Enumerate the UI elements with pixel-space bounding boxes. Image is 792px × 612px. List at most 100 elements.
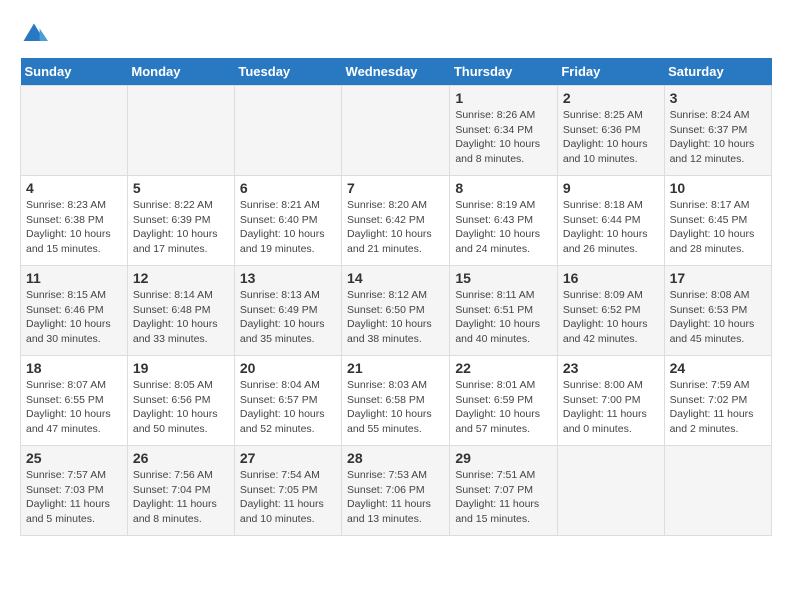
day-number: 10 bbox=[670, 180, 766, 196]
day-header-saturday: Saturday bbox=[664, 58, 771, 86]
day-info: Sunrise: 8:25 AMSunset: 6:36 PMDaylight:… bbox=[563, 108, 659, 167]
day-number: 9 bbox=[563, 180, 659, 196]
day-info: Sunrise: 8:00 AMSunset: 7:00 PMDaylight:… bbox=[563, 378, 659, 437]
day-number: 23 bbox=[563, 360, 659, 376]
day-number: 20 bbox=[240, 360, 336, 376]
day-info: Sunrise: 8:18 AMSunset: 6:44 PMDaylight:… bbox=[563, 198, 659, 257]
week-row-1: 4 Sunrise: 8:23 AMSunset: 6:38 PMDaylight… bbox=[21, 176, 772, 266]
day-info: Sunrise: 7:57 AMSunset: 7:03 PMDaylight:… bbox=[26, 468, 122, 527]
day-number: 15 bbox=[455, 270, 552, 286]
day-number: 12 bbox=[133, 270, 229, 286]
calendar-cell bbox=[664, 446, 771, 536]
day-number: 1 bbox=[455, 90, 552, 106]
day-number: 4 bbox=[26, 180, 122, 196]
calendar-cell: 23 Sunrise: 8:00 AMSunset: 7:00 PMDayligh… bbox=[557, 356, 664, 446]
day-number: 14 bbox=[347, 270, 444, 286]
day-info: Sunrise: 7:53 AMSunset: 7:06 PMDaylight:… bbox=[347, 468, 444, 527]
day-header-thursday: Thursday bbox=[450, 58, 558, 86]
day-info: Sunrise: 8:03 AMSunset: 6:58 PMDaylight:… bbox=[347, 378, 444, 437]
day-number: 21 bbox=[347, 360, 444, 376]
calendar-cell: 6 Sunrise: 8:21 AMSunset: 6:40 PMDaylight… bbox=[234, 176, 341, 266]
day-number: 2 bbox=[563, 90, 659, 106]
day-info: Sunrise: 8:11 AMSunset: 6:51 PMDaylight:… bbox=[455, 288, 552, 347]
calendar-cell: 9 Sunrise: 8:18 AMSunset: 6:44 PMDaylight… bbox=[557, 176, 664, 266]
week-row-3: 18Sunrise: 8:07 AMSunset: 6:55 PMDayligh… bbox=[21, 356, 772, 446]
calendar-cell: 8 Sunrise: 8:19 AMSunset: 6:43 PMDaylight… bbox=[450, 176, 558, 266]
day-info: Sunrise: 8:23 AMSunset: 6:38 PMDaylight:… bbox=[26, 198, 122, 257]
calendar-cell: 27Sunrise: 7:54 AMSunset: 7:05 PMDayligh… bbox=[234, 446, 341, 536]
day-number: 8 bbox=[455, 180, 552, 196]
day-info: Sunrise: 8:09 AMSunset: 6:52 PMDaylight:… bbox=[563, 288, 659, 347]
calendar-cell: 25 Sunrise: 7:57 AMSunset: 7:03 PMDayligh… bbox=[21, 446, 128, 536]
day-number: 16 bbox=[563, 270, 659, 286]
calendar-cell: 11 Sunrise: 8:15 AMSunset: 6:46 PMDayligh… bbox=[21, 266, 128, 356]
day-number: 13 bbox=[240, 270, 336, 286]
day-info: Sunrise: 8:15 AMSunset: 6:46 PMDaylight:… bbox=[26, 288, 122, 347]
calendar-cell: 24 Sunrise: 7:59 AMSunset: 7:02 PMDayligh… bbox=[664, 356, 771, 446]
calendar-cell: 13 Sunrise: 8:13 AMSunset: 6:49 PMDayligh… bbox=[234, 266, 341, 356]
day-info: Sunrise: 8:20 AMSunset: 6:42 PMDaylight:… bbox=[347, 198, 444, 257]
day-number: 25 bbox=[26, 450, 122, 466]
calendar-cell: 22 Sunrise: 8:01 AMSunset: 6:59 PMDayligh… bbox=[450, 356, 558, 446]
day-number: 5 bbox=[133, 180, 229, 196]
day-info: Sunrise: 7:51 AMSunset: 7:07 PMDaylight:… bbox=[455, 468, 552, 527]
calendar-cell: 17 Sunrise: 8:08 AMSunset: 6:53 PMDayligh… bbox=[664, 266, 771, 356]
week-row-4: 25 Sunrise: 7:57 AMSunset: 7:03 PMDayligh… bbox=[21, 446, 772, 536]
day-header-sunday: Sunday bbox=[21, 58, 128, 86]
week-row-2: 11 Sunrise: 8:15 AMSunset: 6:46 PMDayligh… bbox=[21, 266, 772, 356]
calendar-cell: 10Sunrise: 8:17 AMSunset: 6:45 PMDayligh… bbox=[664, 176, 771, 266]
day-header-friday: Friday bbox=[557, 58, 664, 86]
day-header-tuesday: Tuesday bbox=[234, 58, 341, 86]
day-number: 7 bbox=[347, 180, 444, 196]
day-info: Sunrise: 8:19 AMSunset: 6:43 PMDaylight:… bbox=[455, 198, 552, 257]
day-info: Sunrise: 8:04 AMSunset: 6:57 PMDaylight:… bbox=[240, 378, 336, 437]
day-number: 24 bbox=[670, 360, 766, 376]
day-info: Sunrise: 8:08 AMSunset: 6:53 PMDaylight:… bbox=[670, 288, 766, 347]
day-info: Sunrise: 8:22 AMSunset: 6:39 PMDaylight:… bbox=[133, 198, 229, 257]
day-number: 19 bbox=[133, 360, 229, 376]
day-info: Sunrise: 8:01 AMSunset: 6:59 PMDaylight:… bbox=[455, 378, 552, 437]
calendar-cell: 20 Sunrise: 8:04 AMSunset: 6:57 PMDayligh… bbox=[234, 356, 341, 446]
calendar-cell: 16 Sunrise: 8:09 AMSunset: 6:52 PMDayligh… bbox=[557, 266, 664, 356]
calendar-cell: 2 Sunrise: 8:25 AMSunset: 6:36 PMDaylight… bbox=[557, 86, 664, 176]
week-row-0: 1Sunrise: 8:26 AMSunset: 6:34 PMDaylight… bbox=[21, 86, 772, 176]
day-info: Sunrise: 8:24 AMSunset: 6:37 PMDaylight:… bbox=[670, 108, 766, 167]
day-info: Sunrise: 8:21 AMSunset: 6:40 PMDaylight:… bbox=[240, 198, 336, 257]
day-number: 27 bbox=[240, 450, 336, 466]
day-number: 17 bbox=[670, 270, 766, 286]
calendar-cell: 7 Sunrise: 8:20 AMSunset: 6:42 PMDaylight… bbox=[342, 176, 450, 266]
day-info: Sunrise: 7:56 AMSunset: 7:04 PMDaylight:… bbox=[133, 468, 229, 527]
logo bbox=[20, 20, 50, 48]
calendar-cell: 14 Sunrise: 8:12 AMSunset: 6:50 PMDayligh… bbox=[342, 266, 450, 356]
day-info: Sunrise: 7:59 AMSunset: 7:02 PMDaylight:… bbox=[670, 378, 766, 437]
calendar-cell: 18Sunrise: 8:07 AMSunset: 6:55 PMDayligh… bbox=[21, 356, 128, 446]
day-number: 26 bbox=[133, 450, 229, 466]
day-info: Sunrise: 8:12 AMSunset: 6:50 PMDaylight:… bbox=[347, 288, 444, 347]
day-number: 29 bbox=[455, 450, 552, 466]
calendar-cell: 12 Sunrise: 8:14 AMSunset: 6:48 PMDayligh… bbox=[127, 266, 234, 356]
calendar-cell: 26 Sunrise: 7:56 AMSunset: 7:04 PMDayligh… bbox=[127, 446, 234, 536]
day-info: Sunrise: 8:05 AMSunset: 6:56 PMDaylight:… bbox=[133, 378, 229, 437]
day-info: Sunrise: 8:14 AMSunset: 6:48 PMDaylight:… bbox=[133, 288, 229, 347]
day-info: Sunrise: 8:13 AMSunset: 6:49 PMDaylight:… bbox=[240, 288, 336, 347]
day-number: 28 bbox=[347, 450, 444, 466]
calendar-cell: 21 Sunrise: 8:03 AMSunset: 6:58 PMDayligh… bbox=[342, 356, 450, 446]
calendar-cell: 3 Sunrise: 8:24 AMSunset: 6:37 PMDaylight… bbox=[664, 86, 771, 176]
calendar-cell bbox=[342, 86, 450, 176]
day-number: 18 bbox=[26, 360, 122, 376]
calendar-cell: 19 Sunrise: 8:05 AMSunset: 6:56 PMDayligh… bbox=[127, 356, 234, 446]
days-header-row: SundayMondayTuesdayWednesdayThursdayFrid… bbox=[21, 58, 772, 86]
logo-icon bbox=[20, 20, 48, 48]
calendar-cell bbox=[234, 86, 341, 176]
day-number: 3 bbox=[670, 90, 766, 106]
calendar-cell bbox=[127, 86, 234, 176]
day-number: 11 bbox=[26, 270, 122, 286]
calendar-cell: 28 Sunrise: 7:53 AMSunset: 7:06 PMDayligh… bbox=[342, 446, 450, 536]
day-number: 22 bbox=[455, 360, 552, 376]
calendar-cell: 5 Sunrise: 8:22 AMSunset: 6:39 PMDaylight… bbox=[127, 176, 234, 266]
calendar-cell bbox=[557, 446, 664, 536]
page-header bbox=[20, 20, 772, 48]
day-number: 6 bbox=[240, 180, 336, 196]
day-header-monday: Monday bbox=[127, 58, 234, 86]
calendar-table: SundayMondayTuesdayWednesdayThursdayFrid… bbox=[20, 58, 772, 536]
